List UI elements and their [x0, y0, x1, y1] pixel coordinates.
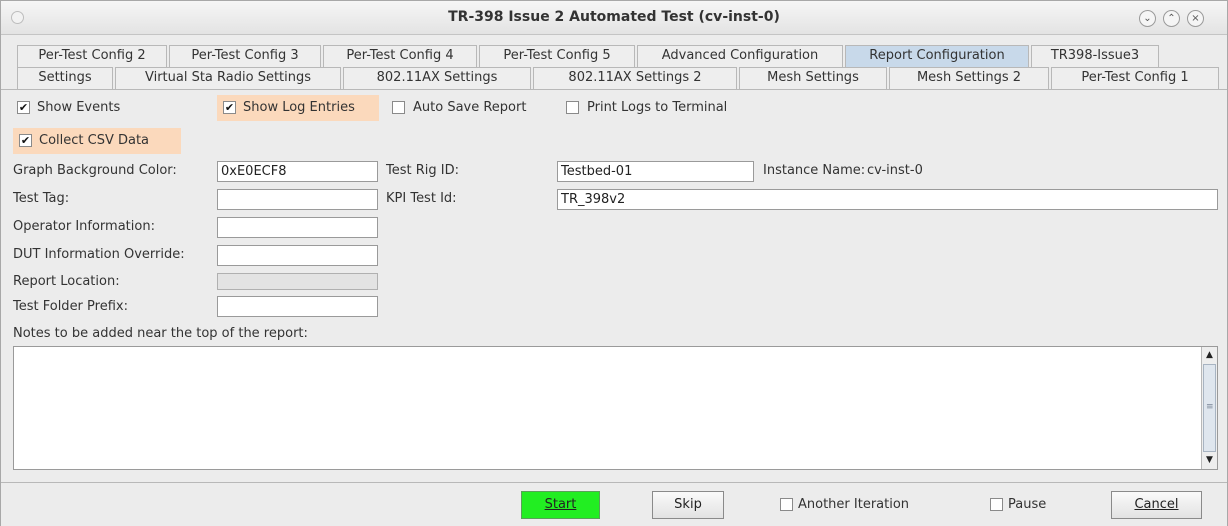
app-window: TR-398 Issue 2 Automated Test (cv-inst-0… — [0, 0, 1228, 526]
auto-save-report-checkbox[interactable]: Auto Save Report — [389, 95, 551, 121]
show-log-entries-checkbox[interactable]: ✔ Show Log Entries — [217, 95, 379, 121]
title-bar: TR-398 Issue 2 Automated Test (cv-inst-0… — [1, 1, 1227, 35]
kpi-test-id-label: KPI Test Id: — [386, 191, 457, 206]
tab-row-2: Settings Virtual Sta Radio Settings 802.… — [1, 67, 1227, 89]
tab-tr398-issue3[interactable]: TR398-Issue3 — [1031, 45, 1159, 67]
instance-name-value: cv-inst-0 — [867, 163, 923, 178]
maximize-icon[interactable]: ⌃ — [1163, 10, 1180, 27]
test-folder-prefix-label: Test Folder Prefix: — [13, 299, 128, 314]
pause-checkbox[interactable]: Pause — [988, 492, 1078, 518]
tab-mesh-settings[interactable]: Mesh Settings — [739, 67, 887, 89]
tab-per-test-config-3[interactable]: Per-Test Config 3 — [169, 45, 321, 67]
test-rig-id-label: Test Rig ID: — [386, 163, 459, 178]
grip-icon: ≡ — [1206, 402, 1214, 412]
tab-80211ax-settings[interactable]: 802.11AX Settings — [343, 67, 531, 89]
cancel-button[interactable]: Cancel — [1111, 491, 1202, 519]
operator-info-field[interactable] — [217, 217, 378, 238]
scroll-up-icon[interactable]: ▲ — [1202, 348, 1217, 363]
instance-name-label: Instance Name: — [763, 163, 866, 178]
notes-textarea[interactable]: ▲ ≡ ▼ — [13, 346, 1218, 470]
tab-80211ax-settings-2[interactable]: 802.11AX Settings 2 — [533, 67, 737, 89]
show-events-checkbox[interactable]: ✔ Show Events — [13, 95, 213, 121]
another-iteration-checkbox[interactable]: Another Iteration — [778, 492, 948, 518]
notes-label: Notes to be added near the top of the re… — [13, 326, 308, 341]
tab-per-test-config-2[interactable]: Per-Test Config 2 — [17, 45, 167, 67]
graph-bg-color-label: Graph Background Color: — [13, 163, 177, 178]
tab-mesh-settings-2[interactable]: Mesh Settings 2 — [889, 67, 1049, 89]
collect-csv-checkbox[interactable]: ✔ Collect CSV Data — [13, 128, 181, 154]
tab-per-test-config-1[interactable]: Per-Test Config 1 — [1051, 67, 1219, 89]
close-icon[interactable]: × — [1187, 10, 1204, 27]
tab-per-test-config-4[interactable]: Per-Test Config 4 — [323, 45, 477, 67]
tab-settings[interactable]: Settings — [17, 67, 113, 89]
scroll-thumb[interactable]: ≡ — [1203, 364, 1216, 452]
scroll-down-icon[interactable]: ▼ — [1202, 453, 1217, 468]
tab-report-configuration[interactable]: Report Configuration — [845, 45, 1029, 67]
dut-override-field[interactable] — [217, 245, 378, 266]
dut-override-label: DUT Information Override: — [13, 247, 185, 262]
test-rig-id-field[interactable]: Testbed-01 — [557, 161, 754, 182]
checkmark-icon: ✔ — [17, 101, 30, 114]
graph-bg-color-field[interactable]: 0xE0ECF8 — [217, 161, 378, 182]
checkmark-icon: ✔ — [19, 134, 32, 147]
print-logs-checkbox[interactable]: Print Logs to Terminal — [563, 95, 763, 121]
kpi-test-id-field[interactable]: TR_398v2 — [557, 189, 1218, 210]
tab-advanced-configuration[interactable]: Advanced Configuration — [637, 45, 843, 67]
checkmark-icon: ✔ — [223, 101, 236, 114]
report-location-field — [217, 273, 378, 290]
test-tag-label: Test Tag: — [13, 191, 70, 206]
start-button[interactable]: Start — [521, 491, 600, 519]
test-folder-prefix-field[interactable] — [217, 296, 378, 317]
tab-per-test-config-5[interactable]: Per-Test Config 5 — [479, 45, 635, 67]
bottom-button-bar: Start Skip Another Iteration Pause Cance… — [1, 482, 1227, 526]
window-title: TR-398 Issue 2 Automated Test (cv-inst-0… — [448, 9, 780, 25]
operator-info-label: Operator Information: — [13, 219, 155, 234]
test-tag-field[interactable] — [217, 189, 378, 210]
vertical-scrollbar[interactable]: ▲ ≡ ▼ — [1201, 347, 1217, 469]
tab-virtual-sta-radio-settings[interactable]: Virtual Sta Radio Settings — [115, 67, 341, 89]
tab-row-1: Per-Test Config 2 Per-Test Config 3 Per-… — [1, 45, 1227, 67]
report-location-label: Report Location: — [13, 274, 120, 289]
minimize-icon[interactable]: ⌄ — [1139, 10, 1156, 27]
skip-button[interactable]: Skip — [652, 491, 724, 519]
